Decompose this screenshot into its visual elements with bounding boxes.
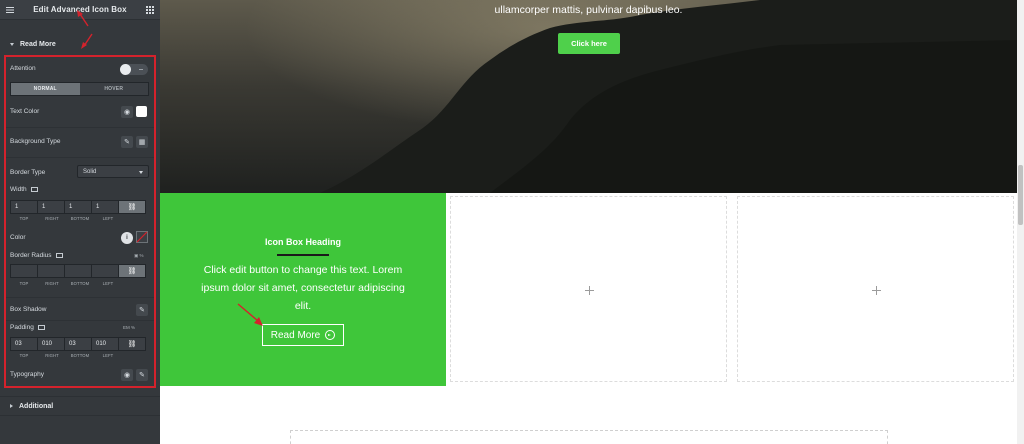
section-read-more-label: Read More [20,41,56,48]
tab-hover[interactable]: HOVER [79,83,148,95]
padding-label: Padding [10,324,45,331]
tab-normal[interactable]: NORMAL [11,83,80,95]
chevron-down-icon [139,171,143,174]
border-radius-inputs: ⛓ [10,264,149,278]
link-icon[interactable]: ⛓ [118,200,146,214]
annotation-arrow [77,10,93,49]
padding-top-input[interactable]: 03 [10,337,38,351]
annotation-arrow [237,303,263,326]
radius-left-input[interactable] [91,264,119,278]
read-more-label: Read More [270,329,321,341]
box-shadow-label: Box Shadow [10,306,47,313]
attention-toggle[interactable] [120,64,148,75]
empty-color-swatch[interactable] [136,231,148,243]
radius-bottom-input[interactable] [64,264,92,278]
gradient-icon[interactable]: ▦ [136,136,148,148]
divider [6,127,154,128]
caret-down-icon [10,43,14,46]
border-type-select[interactable]: Solid [77,165,149,178]
radius-right-input[interactable] [37,264,65,278]
toggle-off-mark [139,69,143,70]
divider [6,157,154,158]
radius-top-input[interactable] [10,264,38,278]
empty-column[interactable] [450,196,727,382]
width-dim-labels: TOP RIGHT BOTTOM LEFT [19,216,114,221]
plus-icon[interactable] [585,286,594,295]
units-toggle[interactable]: ▣ % [134,253,144,259]
border-radius-label: Border Radius [10,252,63,259]
section-additional-header[interactable]: Additional [0,396,160,416]
click-here-button[interactable]: Click here [558,33,620,54]
padding-dim-labels: TOP RIGHT BOTTOM LEFT [19,353,114,358]
info-icon[interactable]: i [121,232,133,244]
section-additional-label: Additional [19,402,54,410]
hamburger-icon[interactable] [6,6,14,14]
toggle-knob [120,64,131,75]
pencil-icon[interactable]: ✎ [136,304,148,316]
link-icon[interactable]: ⛓ [118,337,146,351]
hero-text: ullamcorper mattis, pulvinar dapibus leo… [494,4,683,16]
pencil-icon[interactable]: ✎ [136,369,148,381]
divider [6,297,154,298]
heading-divider [277,254,329,256]
divider [6,320,154,321]
width-inputs: 1 1 1 1 ⛓ [10,200,149,214]
width-right-input[interactable]: 1 [37,200,65,214]
text-color-label: Text Color [10,108,40,115]
icon-box-text: Click edit button to change this text. L… [201,264,405,312]
caret-right-icon [10,404,13,408]
icon-box[interactable]: Icon Box Heading Click edit button to ch… [160,193,446,386]
monitor-icon [30,186,38,192]
typography-label: Typography [10,371,44,378]
text-color-swatch[interactable] [136,106,147,117]
monitor-icon [55,252,63,258]
empty-column[interactable] [737,196,1014,382]
globe-icon[interactable]: ◉ [121,106,133,118]
editor-panel: Edit Advanced Icon Box Read More Attenti… [0,0,160,444]
background-type-label: Background Type [10,138,61,145]
width-top-input[interactable]: 1 [10,200,38,214]
scrollbar[interactable] [1017,0,1024,444]
padding-right-input[interactable]: 010 [37,337,65,351]
read-more-button[interactable]: Read More [262,324,344,346]
empty-section-placeholder[interactable] [290,430,888,444]
width-left-input[interactable]: 1 [91,200,119,214]
padding-left-input[interactable]: 010 [91,337,119,351]
cliff-image [320,0,1017,193]
border-type-label: Border Type [10,169,46,176]
padding-inputs: 03 010 03 010 ⛓ [10,337,149,351]
width-label: Width [10,186,38,193]
monitor-icon [37,324,45,330]
hero-section: ullamcorper mattis, pulvinar dapibus leo… [160,0,1017,193]
state-tabs: NORMAL HOVER [10,82,149,96]
arrow-circle-right-icon [325,330,336,340]
link-icon[interactable]: ⛓ [118,264,146,278]
icon-box-heading: Icon Box Heading [264,237,341,247]
color-label: Color [10,234,26,241]
scrollbar-thumb[interactable] [1018,165,1023,225]
radius-dim-labels: TOP RIGHT BOTTOM LEFT [19,281,114,286]
border-type-value: Solid [83,168,97,175]
padding-units[interactable]: EM % [123,325,135,330]
width-bottom-input[interactable]: 1 [64,200,92,214]
plus-icon[interactable] [872,286,881,295]
padding-bottom-input[interactable]: 03 [64,337,92,351]
globe-icon[interactable]: ◉ [121,369,133,381]
grid-icon[interactable] [145,5,154,14]
attention-label: Attention [10,65,36,72]
brush-icon[interactable]: ✎ [121,136,133,148]
